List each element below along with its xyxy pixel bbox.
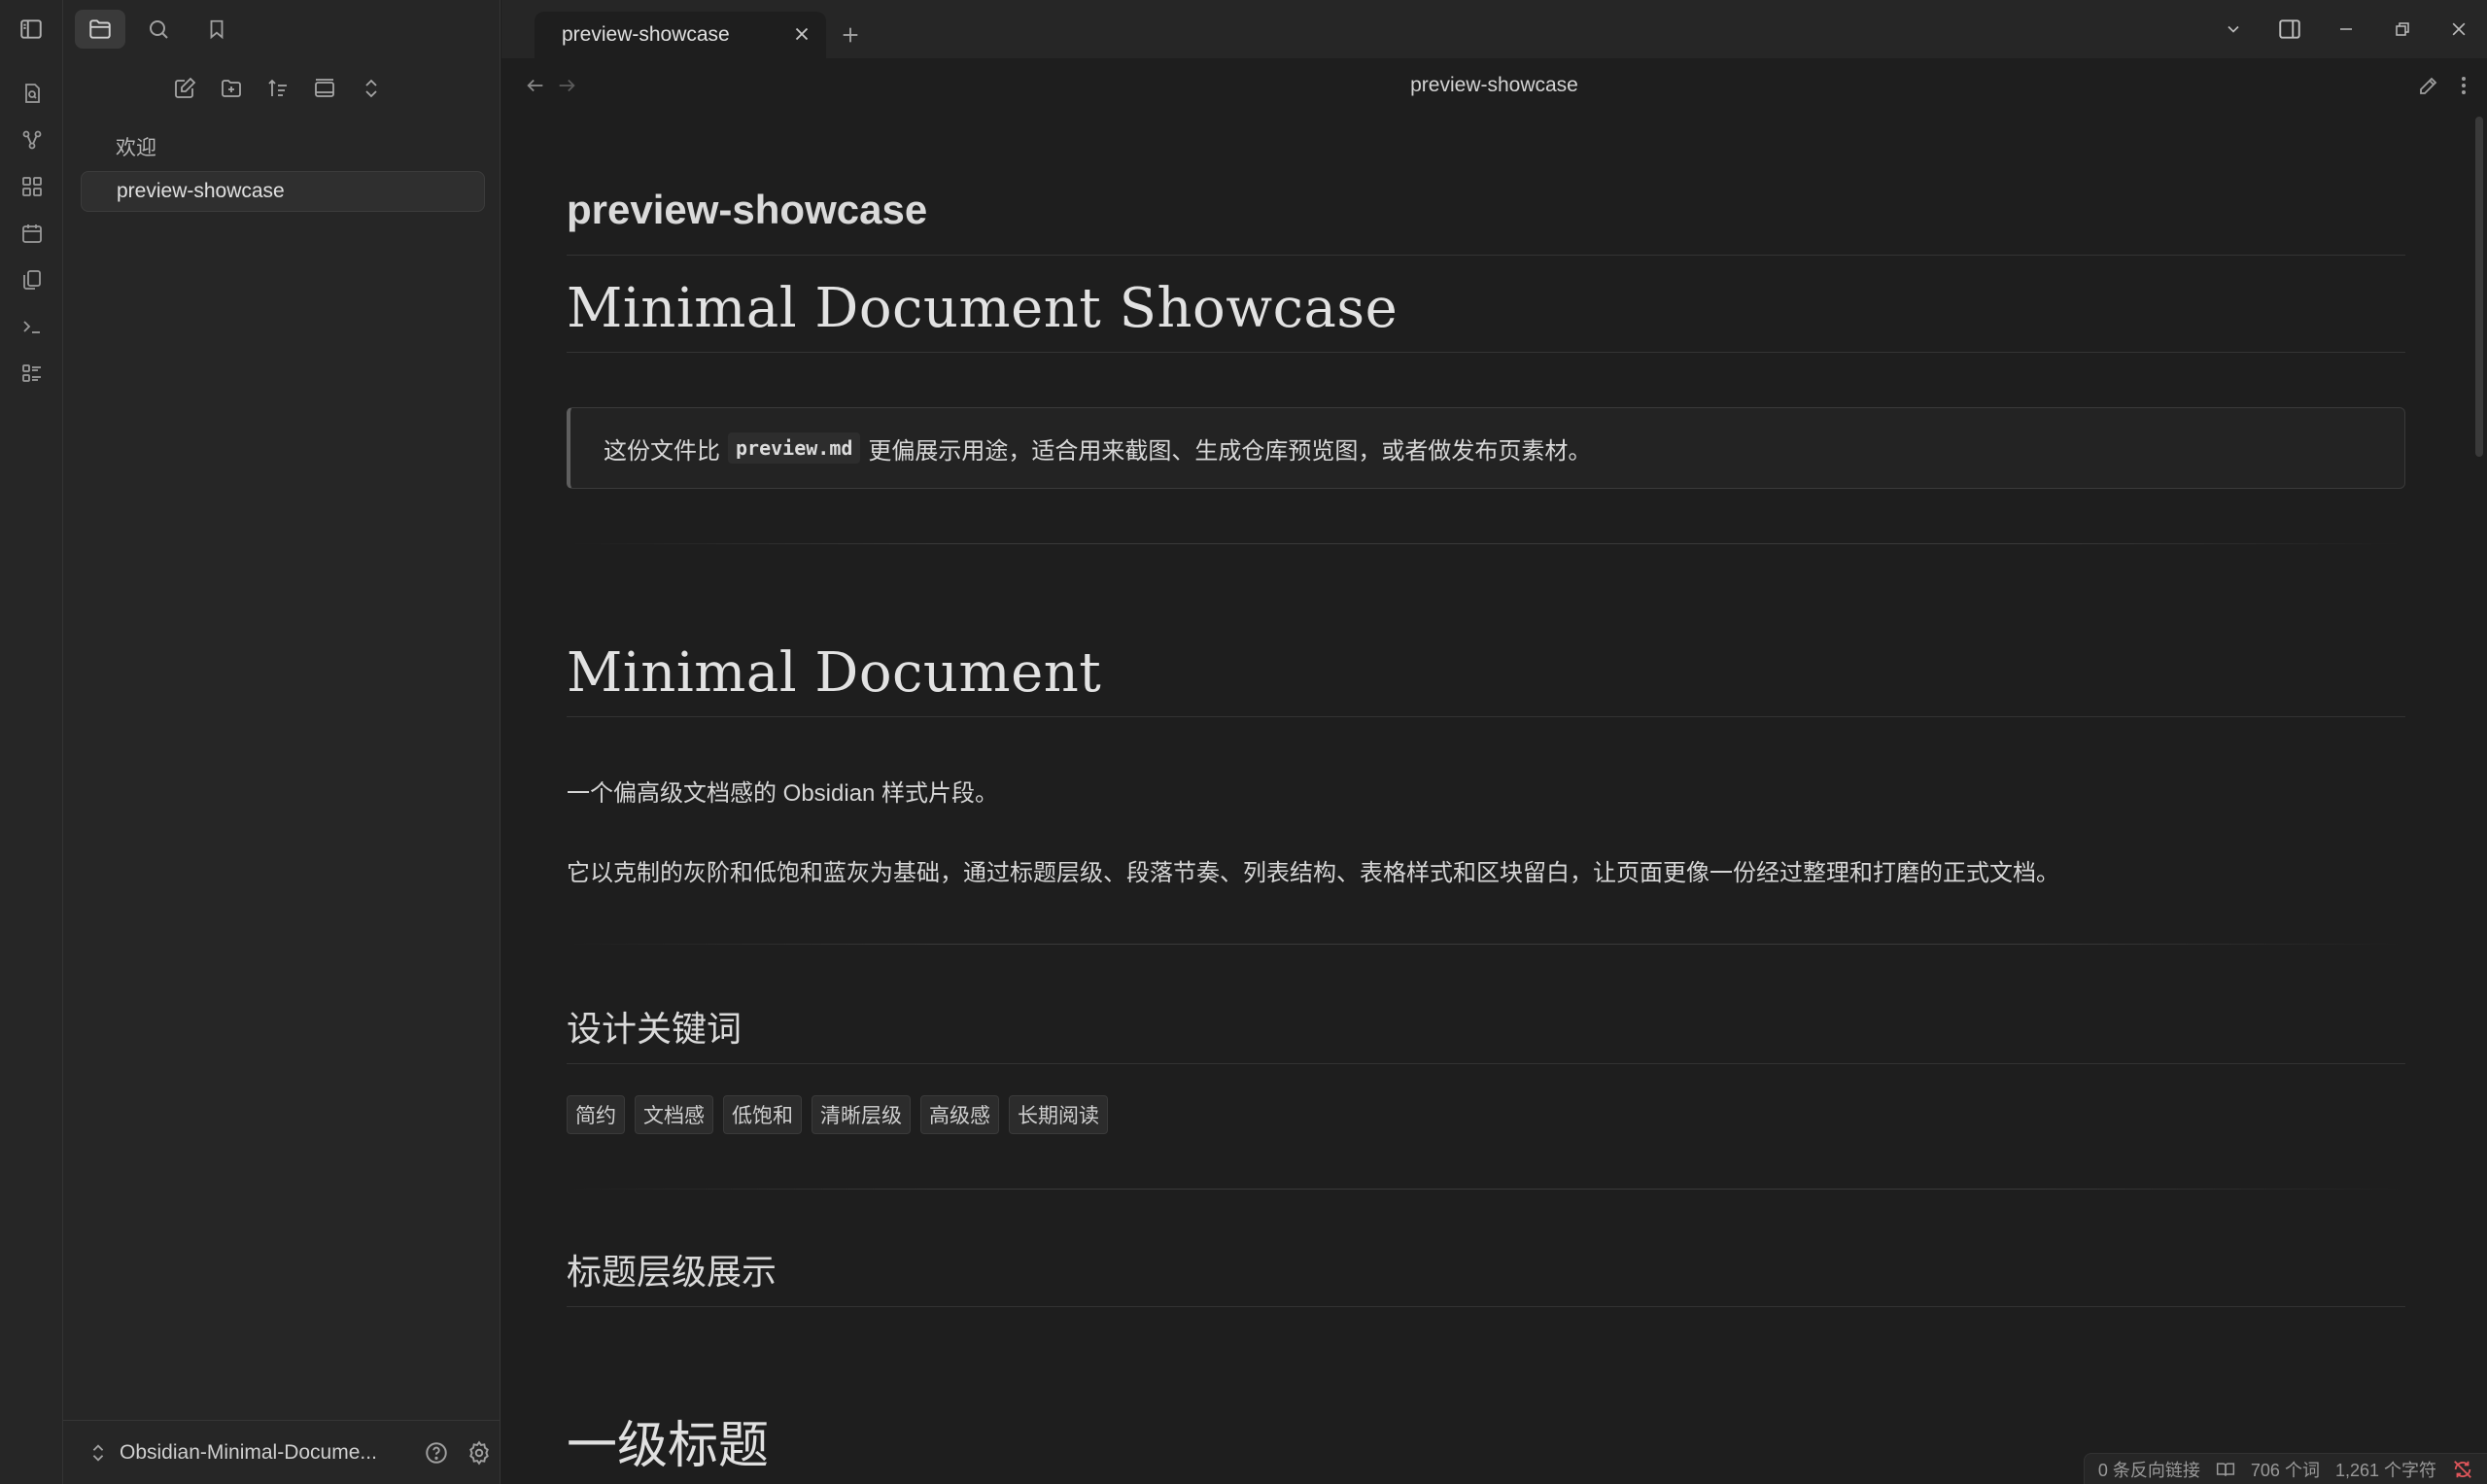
graph-view-icon[interactable] (0, 117, 63, 163)
new-folder-icon[interactable] (217, 74, 246, 103)
callout-text-before: 这份文件比 (604, 437, 720, 465)
chevron-updown-icon[interactable] (90, 1442, 106, 1464)
settings-gear-icon[interactable] (458, 1439, 501, 1466)
callout-text-after: 更偏展示用途，适合用来截图、生成仓库预览图，或者做发布页素材。 (868, 437, 1592, 465)
help-icon[interactable] (415, 1440, 458, 1466)
file-explorer-actions (63, 62, 501, 115)
keyword-tags: 简约 文档感 低饱和 清晰层级 高级感 长期阅读 (567, 1095, 2405, 1134)
levels-heading: 标题层级展示 (567, 1253, 777, 1293)
main-area: preview-showcase preview-showcase previe… (501, 0, 2487, 1484)
daily-note-calendar-icon[interactable] (0, 210, 63, 257)
templates-copy-icon[interactable] (0, 257, 63, 303)
view-header: preview-showcase (501, 58, 2487, 113)
window-controls (2205, 0, 2487, 58)
minimize-icon[interactable] (2318, 0, 2374, 58)
new-note-icon[interactable] (170, 74, 199, 103)
auto-reveal-icon[interactable] (310, 74, 339, 103)
app-window: 欢迎 preview-showcase Obsidian-Minimal-Doc… (0, 0, 2487, 1484)
sort-order-icon[interactable] (263, 74, 293, 103)
heading-1: Minimal Document Showcase (567, 277, 1399, 340)
keyword-tag: 简约 (567, 1095, 625, 1134)
tab-label: preview-showcase (562, 23, 730, 46)
view-header-title[interactable]: preview-showcase (501, 74, 2487, 97)
reading-mode-book-icon[interactable] (2216, 1460, 2235, 1479)
vault-name[interactable]: Obsidian-Minimal-Docume... (120, 1441, 415, 1465)
section-heading: Minimal Document (567, 641, 1102, 705)
inline-code: preview.md (728, 432, 861, 464)
bookmarks-tab[interactable] (191, 10, 242, 49)
tree-item-welcome[interactable]: 欢迎 (81, 126, 485, 167)
command-palette-terminal-icon[interactable] (0, 303, 63, 350)
tab-bar: preview-showcase (501, 0, 2487, 58)
left-ribbon (0, 0, 63, 1484)
tree-item-label: preview-showcase (117, 180, 285, 202)
close-window-icon[interactable] (2431, 0, 2487, 58)
file-explorer-tab[interactable] (75, 10, 125, 49)
restore-icon[interactable] (2374, 0, 2431, 58)
divider (567, 1063, 2405, 1064)
paragraph: 一个偏高级文档感的 Obsidian 样式片段。 (567, 780, 999, 807)
keyword-tag: 高级感 (920, 1095, 999, 1134)
inline-title[interactable]: preview-showcase (567, 113, 2405, 233)
canvas-icon[interactable] (0, 163, 63, 210)
keyword-tag: 清晰层级 (812, 1095, 911, 1134)
collapse-all-icon[interactable] (357, 74, 386, 103)
bookmark-icon (206, 17, 227, 41)
divider (567, 352, 2405, 353)
sync-error-icon[interactable] (2452, 1459, 2473, 1480)
note-content: preview-showcase Minimal Document Showca… (567, 113, 2405, 1484)
left-sidebar: 欢迎 preview-showcase Obsidian-Minimal-Doc… (63, 0, 501, 1484)
bases-list-icon[interactable] (0, 350, 63, 397)
tab-preview-showcase[interactable]: preview-showcase (535, 12, 826, 58)
tree-item-label: 欢迎 (116, 137, 156, 159)
keywords-heading: 设计关键词 (567, 1010, 743, 1050)
keyword-tag: 文档感 (635, 1095, 713, 1134)
paragraph: 它以克制的灰阶和低饱和蓝灰为基础，通过标题层级、段落节奏、列表结构、表格样式和区… (567, 860, 2059, 886)
keyword-tag: 低饱和 (723, 1095, 802, 1134)
toggle-left-sidebar-icon[interactable] (18, 17, 44, 42)
status-bar: 0 条反向链接 706 个词 1,261 个字符 (2083, 1453, 2487, 1484)
more-options-icon[interactable] (2460, 74, 2468, 97)
word-count: 706 个词 (2250, 1460, 2320, 1480)
search-tab[interactable] (133, 10, 184, 49)
search-icon (147, 17, 170, 41)
open-quick-switcher-icon[interactable] (0, 70, 63, 117)
vault-switcher: Obsidian-Minimal-Docume... (63, 1420, 501, 1484)
scrollbar[interactable] (2475, 117, 2483, 457)
edit-pencil-icon[interactable] (2417, 74, 2440, 97)
divider (567, 716, 2405, 717)
toggle-right-sidebar-icon[interactable] (2262, 0, 2318, 58)
file-tree: 欢迎 preview-showcase (81, 126, 485, 216)
tree-item-preview-showcase[interactable]: preview-showcase (81, 171, 485, 212)
char-count: 1,261 个字符 (2334, 1460, 2436, 1480)
keyword-tag: 长期阅读 (1009, 1095, 1108, 1134)
tab-list-chevron-down-icon[interactable] (2205, 0, 2262, 58)
new-tab-plus-icon[interactable] (826, 12, 875, 58)
callout-block: 这份文件比 preview.md 更偏展示用途，适合用来截图、生成仓库预览图，或… (567, 407, 2405, 489)
close-icon[interactable] (791, 23, 812, 45)
backlinks-count[interactable]: 0 条反向链接 (2098, 1457, 2200, 1482)
